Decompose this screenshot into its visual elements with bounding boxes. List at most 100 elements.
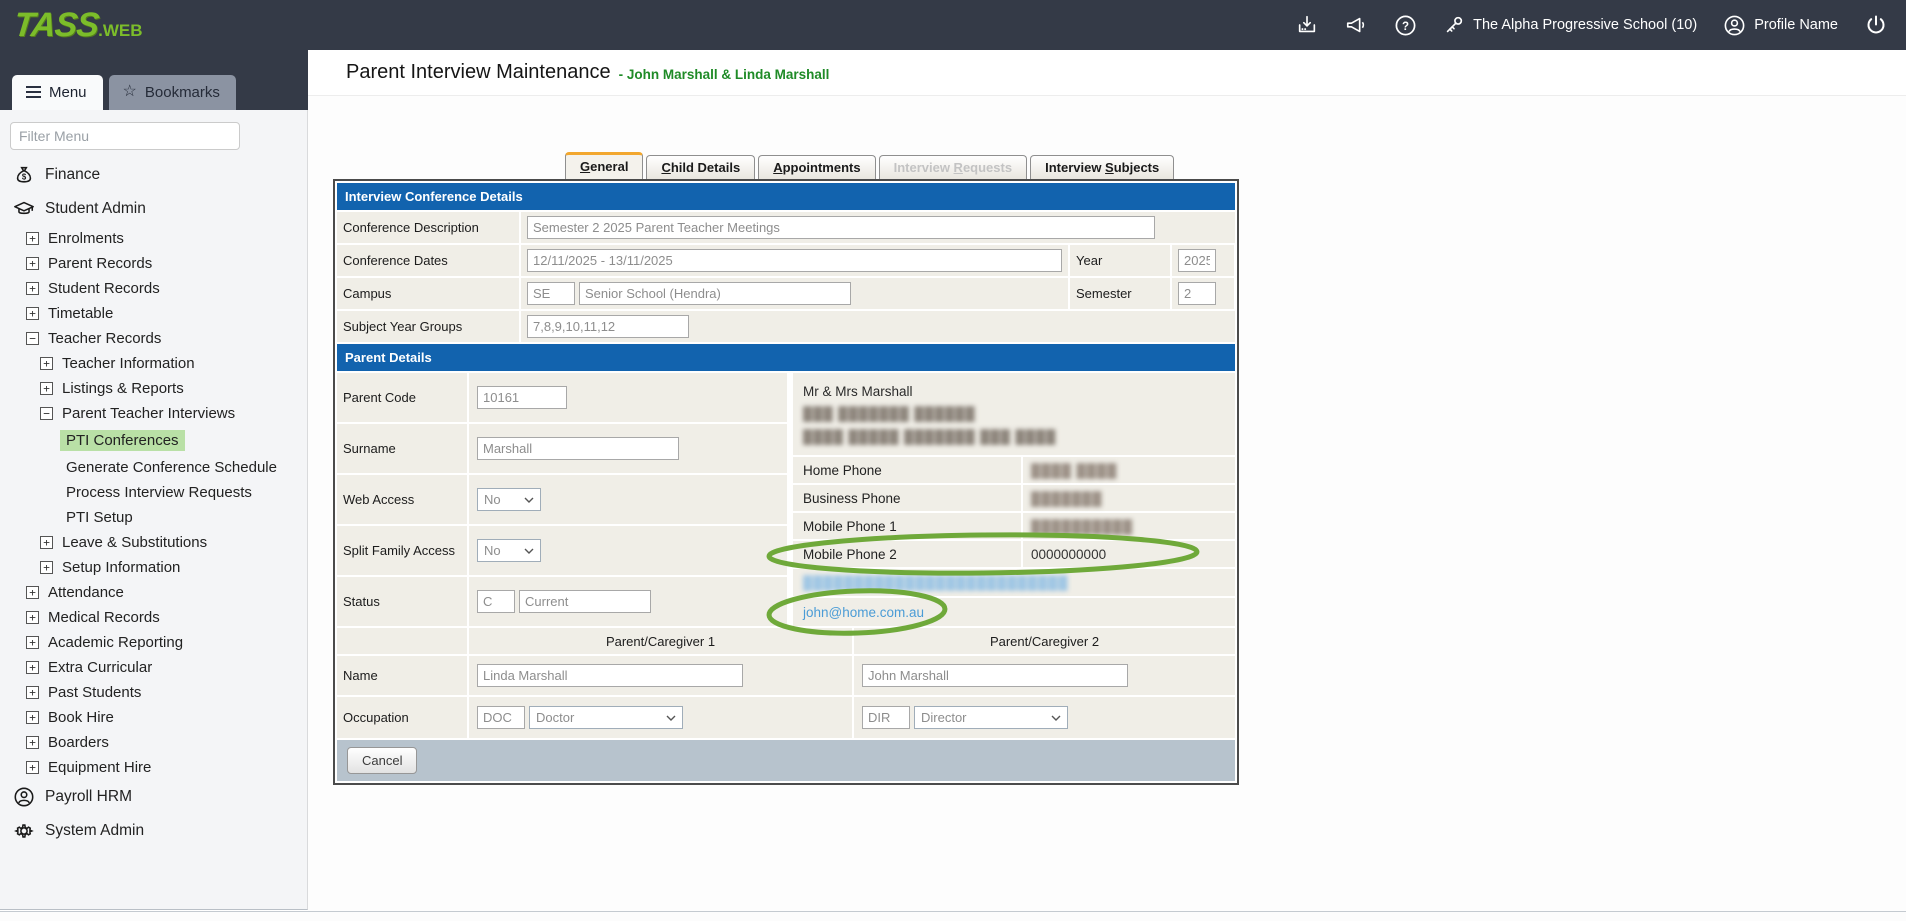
power-icon[interactable]	[1864, 13, 1888, 37]
expand-icon[interactable]: +	[26, 282, 39, 295]
caregiver-2-occupation-select[interactable]: Director	[914, 706, 1068, 729]
caregiver-1-name-input[interactable]	[477, 664, 743, 687]
expand-icon[interactable]: +	[26, 232, 39, 245]
web-access-label: Web Access	[337, 475, 467, 524]
conference-dates-label: Conference Dates	[337, 245, 519, 276]
surname-input[interactable]	[477, 437, 679, 460]
expand-icon[interactable]: +	[26, 661, 39, 674]
school-name: The Alpha Progressive School (10)	[1473, 17, 1697, 33]
profile-menu[interactable]: Profile Name	[1723, 14, 1838, 37]
tab-interview-subjects[interactable]: Interview Subjects	[1030, 155, 1174, 179]
svg-text:$: $	[22, 172, 27, 181]
tab-child-details[interactable]: Child Details	[646, 155, 755, 179]
sidebar-item-process-interview-requests[interactable]: Process Interview Requests	[0, 480, 307, 505]
help-icon[interactable]: ?	[1394, 14, 1417, 37]
expand-icon[interactable]: +	[26, 307, 39, 320]
cancel-button[interactable]: Cancel	[347, 747, 417, 774]
sidebar-item-teacher-records[interactable]: − Teacher Records	[0, 326, 307, 351]
sidebar-item-student-records[interactable]: + Student Records	[0, 276, 307, 301]
conference-dates-input[interactable]	[527, 249, 1062, 272]
form-tabs: General Child Details Appointments Inter…	[565, 152, 1239, 179]
expand-icon[interactable]: +	[26, 586, 39, 599]
contact-address-block: Mr & Mrs Marshall ███ ███████ ██████ ███…	[793, 373, 1235, 455]
caregiver-2-occupation-code-input[interactable]	[862, 706, 910, 729]
bookmarks-tab[interactable]: ☆ Bookmarks	[109, 75, 236, 110]
semester-label: Semester	[1070, 278, 1170, 309]
conference-description-input[interactable]	[527, 216, 1155, 239]
key-icon	[1443, 14, 1465, 36]
sidebar-item-book-hire[interactable]: + Book Hire	[0, 705, 307, 730]
campus-name-input[interactable]	[579, 282, 851, 305]
sidebar-item-pti-conferences[interactable]: PTI Conferences	[0, 426, 307, 455]
expand-icon[interactable]: +	[26, 736, 39, 749]
expand-icon[interactable]: +	[26, 711, 39, 724]
status-label: Status	[337, 577, 467, 626]
sidebar-item-academic-reporting[interactable]: + Academic Reporting	[0, 630, 307, 655]
sidebar-item-payroll-hrm[interactable]: Payroll HRM	[0, 780, 307, 814]
caregiver-2-name-input[interactable]	[862, 664, 1128, 687]
tab-appointments[interactable]: Appointments	[758, 155, 875, 179]
sidebar-item-equipment-hire[interactable]: + Equipment Hire	[0, 755, 307, 780]
parent-code-input[interactable]	[477, 386, 567, 409]
sidebar-item-timetable[interactable]: + Timetable	[0, 301, 307, 326]
sidebar-item-parent-teacher-interviews[interactable]: − Parent Teacher Interviews	[0, 401, 307, 426]
email-2-link[interactable]: john@home.com.au	[803, 605, 924, 620]
sidebar-item-setup-information[interactable]: + Setup Information	[0, 555, 307, 580]
expand-icon[interactable]: +	[40, 561, 53, 574]
sidebar-item-extra-curricular[interactable]: + Extra Curricular	[0, 655, 307, 680]
sidebar-item-teacher-information[interactable]: + Teacher Information	[0, 351, 307, 376]
profile-name: Profile Name	[1754, 17, 1838, 33]
expand-icon[interactable]: +	[26, 257, 39, 270]
download-icon[interactable]	[1296, 14, 1318, 36]
collapse-icon[interactable]: −	[26, 332, 39, 345]
logo-text-suffix: .WEB	[98, 21, 142, 40]
bookmarks-tab-label: Bookmarks	[145, 84, 220, 101]
home-phone-row: Home Phone ████ ████	[793, 457, 1235, 483]
subject-year-groups-input[interactable]	[527, 315, 689, 338]
sidebar-item-past-students[interactable]: + Past Students	[0, 680, 307, 705]
status-code-input[interactable]	[477, 590, 515, 613]
mobile-phone-1-value-redacted: ██████████	[1031, 519, 1133, 534]
caregiver-1-occupation-code-input[interactable]	[477, 706, 525, 729]
subject-year-groups-label: Subject Year Groups	[337, 311, 519, 342]
expand-icon[interactable]: +	[26, 636, 39, 649]
sidebar-item-leave-substitutions[interactable]: + Leave & Substitutions	[0, 530, 307, 555]
filter-menu-input[interactable]	[10, 122, 240, 150]
sidebar-item-finance[interactable]: $ Finance	[0, 158, 307, 192]
sidebar-item-listings-reports[interactable]: + Listings & Reports	[0, 376, 307, 401]
expand-icon[interactable]: +	[40, 357, 53, 370]
business-phone-value-redacted: ███████	[1031, 491, 1102, 506]
sidebar-item-system-admin[interactable]: System Admin	[0, 814, 307, 848]
sidebar-item-enrolments[interactable]: + Enrolments	[0, 226, 307, 251]
sidebar-item-medical-records[interactable]: + Medical Records	[0, 605, 307, 630]
school-selector[interactable]: The Alpha Progressive School (10)	[1443, 14, 1697, 36]
expand-icon[interactable]: +	[40, 536, 53, 549]
expand-icon[interactable]: +	[26, 611, 39, 624]
email-1-redacted: ██████████████████████████	[803, 575, 1068, 590]
caregiver-1-occupation-select[interactable]: Doctor	[529, 706, 683, 729]
menu-tab[interactable]: Menu	[12, 75, 103, 110]
sidebar-item-student-admin[interactable]: Student Admin	[0, 192, 307, 226]
form-panel: Interview Conference Details Conference …	[333, 179, 1239, 785]
status-name-input[interactable]	[519, 590, 651, 613]
collapse-icon[interactable]: −	[40, 407, 53, 420]
tab-general[interactable]: General	[565, 152, 643, 179]
campus-code-input[interactable]	[527, 282, 575, 305]
tass-logo[interactable]: TASS.WEB	[14, 6, 143, 45]
form-footer-bar: Cancel	[337, 740, 1235, 781]
split-family-access-select[interactable]: No	[477, 539, 541, 562]
sidebar-item-attendance[interactable]: + Attendance	[0, 580, 307, 605]
surname-label: Surname	[337, 424, 467, 473]
expand-icon[interactable]: +	[26, 686, 39, 699]
expand-icon[interactable]: +	[26, 761, 39, 774]
expand-icon[interactable]: +	[40, 382, 53, 395]
sidebar-item-boarders[interactable]: + Boarders	[0, 730, 307, 755]
web-access-select[interactable]: No	[477, 488, 541, 511]
semester-input[interactable]	[1178, 282, 1216, 305]
sidebar-item-pti-setup[interactable]: PTI Setup	[0, 505, 307, 530]
year-input[interactable]	[1178, 249, 1216, 272]
year-label: Year	[1070, 245, 1170, 276]
sidebar-item-parent-records[interactable]: + Parent Records	[0, 251, 307, 276]
sidebar-item-generate-conference-schedule[interactable]: Generate Conference Schedule	[0, 455, 307, 480]
announcements-icon[interactable]	[1344, 14, 1368, 36]
